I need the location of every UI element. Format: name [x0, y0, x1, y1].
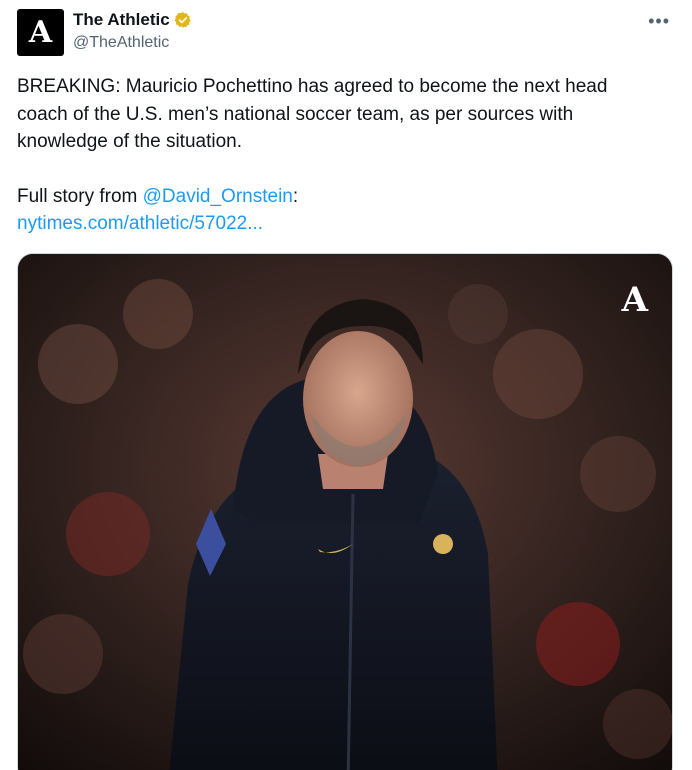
- tweet-line-2: coach of the U.S. men’s national soccer …: [17, 103, 574, 125]
- tweet-media-image[interactable]: A: [17, 253, 673, 770]
- avatar-logo: A: [28, 14, 53, 50]
- tweet-text: BREAKING: Mauricio Pochettino has agreed…: [17, 73, 667, 238]
- tweet-line-1: BREAKING: Mauricio Pochettino has agreed…: [17, 76, 608, 97]
- author-display-name[interactable]: The Athletic: [73, 10, 170, 30]
- mention-link[interactable]: @David_Ornstein: [143, 186, 293, 207]
- author-name-row: The Athletic: [73, 10, 192, 30]
- tweet-line-3: knowledge of the situation.: [17, 131, 242, 152]
- full-story-suffix: :: [292, 185, 299, 207]
- full-story-line: Full story from @David_Ornstein:: [17, 183, 667, 211]
- verified-badge-icon: [174, 12, 191, 28]
- more-options-icon[interactable]: •••: [648, 12, 670, 30]
- coach-photo: [18, 254, 672, 770]
- author-handle[interactable]: @TheAthletic: [73, 34, 169, 52]
- avatar[interactable]: A: [17, 9, 64, 56]
- article-link[interactable]: nytimes.com/athletic/57022...: [17, 213, 263, 234]
- athletic-watermark: A: [621, 280, 648, 320]
- full-story-prefix: Full story from: [17, 185, 143, 207]
